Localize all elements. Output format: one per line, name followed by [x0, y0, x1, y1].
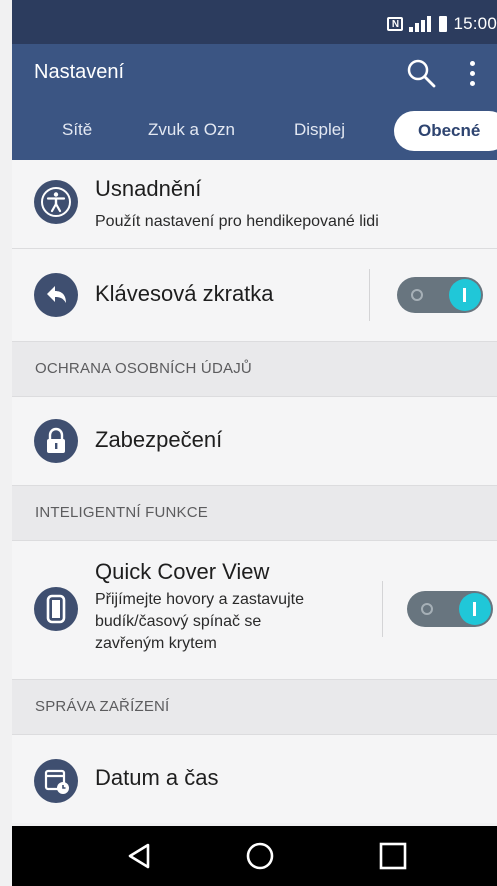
tab-displej[interactable]: Displej — [294, 104, 345, 160]
lock-icon — [34, 419, 78, 463]
app-bar: Nastavení — [12, 44, 497, 104]
accessibility-icon — [34, 180, 78, 224]
settings-screen: N 15:00 Nastavení Sítě Zvuk a Ozn Disple… — [12, 0, 497, 886]
item-title: Datum a čas — [95, 765, 219, 790]
back-icon[interactable] — [122, 839, 158, 873]
list-item-accessibility[interactable]: Usnadnění Použít nastavení pro hendikepo… — [12, 160, 497, 249]
search-icon[interactable] — [404, 56, 438, 90]
calendar-clock-icon — [34, 759, 78, 803]
list-item-shortcut-key[interactable]: Klávesová zkratka — [12, 249, 497, 342]
navigation-bar — [12, 826, 497, 886]
tab-bar: Sítě Zvuk a Ozn Displej Obecné — [12, 104, 497, 160]
item-title: Quick Cover View — [95, 559, 270, 584]
item-title: Klávesová zkratka — [95, 281, 274, 306]
settings-list: Usnadnění Použít nastavení pro hendikepo… — [12, 160, 497, 823]
status-time: 15:00 — [453, 14, 497, 33]
list-item-quick-cover[interactable]: Quick Cover View Přijímejte hovory a zas… — [12, 541, 497, 680]
item-subtitle-line-3: zavřeným krytem — [95, 635, 217, 652]
nfc-icon: N — [387, 17, 404, 31]
tab-site[interactable]: Sítě — [62, 104, 92, 160]
battery-icon — [439, 16, 448, 32]
signal-icon — [409, 16, 433, 32]
divider — [369, 269, 370, 321]
item-title: Usnadnění — [95, 176, 202, 201]
item-subtitle-line-1: Přijímejte hovory a zastavujte — [95, 591, 304, 608]
tab-obecne[interactable]: Obecné — [394, 111, 497, 151]
recents-icon[interactable] — [375, 839, 411, 873]
section-header-smart: INTELIGENTNÍ FUNKCE — [12, 486, 497, 541]
back-arrow-icon — [34, 273, 78, 317]
status-bar: N 15:00 — [12, 0, 497, 44]
tab-zvuk[interactable]: Zvuk a Ozn — [148, 104, 258, 160]
item-title: Zabezpečení — [95, 427, 223, 452]
divider — [382, 581, 383, 637]
list-item-security[interactable]: Zabezpečení — [12, 397, 497, 486]
quick-cover-toggle[interactable] — [407, 591, 493, 627]
more-vert-icon[interactable] — [460, 54, 484, 92]
item-subtitle-line-2: budík/časový spínač se — [95, 613, 262, 630]
shortcut-key-toggle[interactable] — [397, 277, 483, 313]
section-header-privacy: OCHRANA OSOBNÍCH ÚDAJŮ — [12, 342, 497, 397]
section-header-device: SPRÁVA ZAŘÍZENÍ — [12, 680, 497, 735]
list-item-date-time[interactable]: Datum a čas — [12, 735, 497, 823]
status-icons: N 15:00 — [387, 14, 497, 34]
page-title: Nastavení — [34, 61, 125, 83]
item-subtitle: Použít nastavení pro hendikepované lidi — [95, 213, 379, 230]
home-icon[interactable] — [242, 839, 278, 873]
cover-icon — [34, 587, 78, 631]
